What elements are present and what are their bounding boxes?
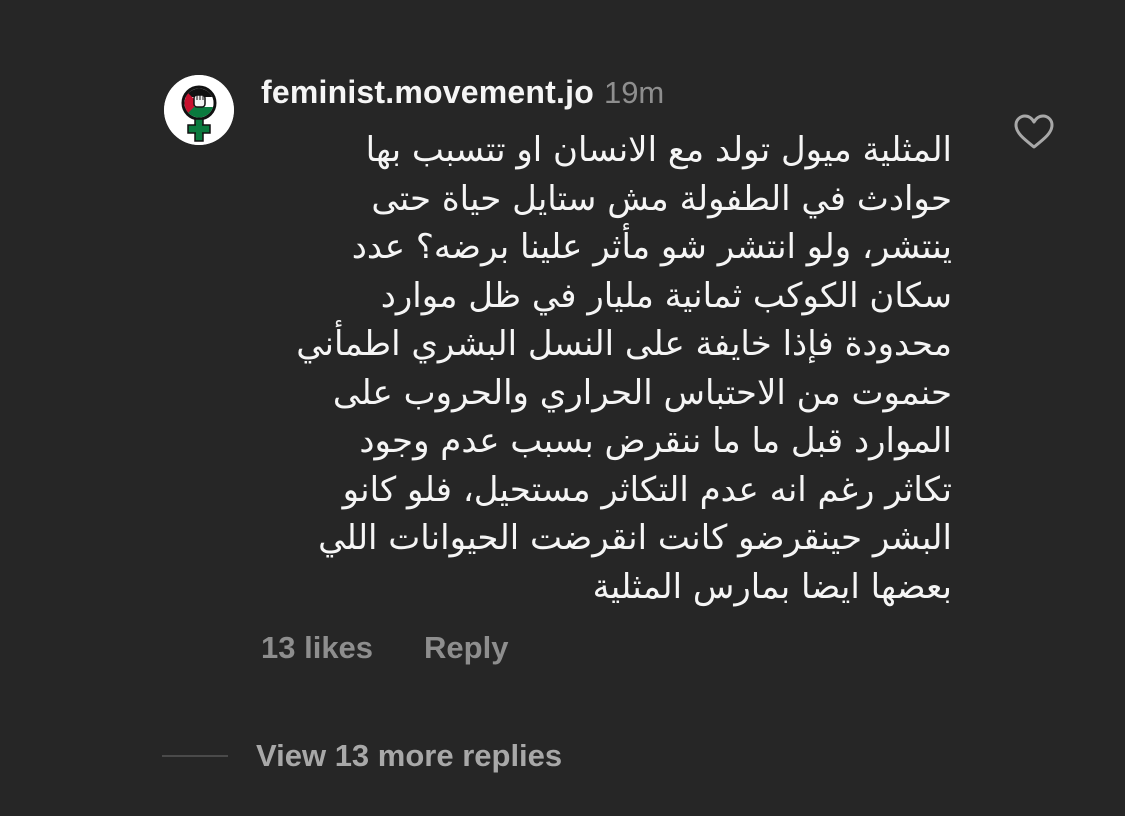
comment-line: ينتشر، ولو انتشر شو مأثر علينا برضه؟ عدد: [351, 227, 952, 267]
comment-line: البشر حينقرضو كانت انقرضت الحيوانات اللي: [318, 518, 952, 558]
comment-header: feminist.movement.jo 19m: [261, 74, 664, 114]
comment-body: المثلية ميول تولد مع الانسان او تتسبب به…: [252, 126, 952, 611]
view-more-replies-label: View 13 more replies: [256, 738, 563, 773]
comment: feminist.movement.jo 19m المثلية ميول تو…: [0, 0, 1125, 816]
reply-button[interactable]: Reply: [424, 630, 508, 666]
timestamp: 19m: [603, 75, 665, 110]
divider: [162, 755, 228, 757]
feminist-logo-icon: [164, 75, 234, 145]
comment-line: حوادث في الطفولة مش ستايل حياة حتى: [371, 178, 952, 219]
comment-line: محدودة فإذا خايفة على النسل البشري اطمأن…: [296, 324, 952, 364]
likes-count[interactable]: 13 likes: [261, 630, 373, 666]
comment-line: حنموت من الاحتباس الحراري والحروب على: [332, 372, 952, 413]
heart-outline-icon: [1014, 114, 1054, 149]
comment-line: المثلية ميول تولد مع الانسان او تتسبب به…: [365, 130, 952, 170]
like-button[interactable]: [1014, 114, 1054, 150]
username-link[interactable]: feminist.movement.jo: [261, 74, 594, 111]
comment-line: بعضها ايضا بمارس المثلية: [592, 566, 952, 607]
avatar[interactable]: [164, 75, 234, 145]
comment-line: تكاثر رغم انه عدم التكاثر مستحيل، فلو كا…: [342, 469, 952, 510]
comment-line: الموارد قبل ما ما ننقرض بسبب عدم وجود: [359, 421, 952, 461]
view-more-replies-button[interactable]: View 13 more replies: [162, 738, 562, 774]
comment-meta: 13 likes Reply: [261, 630, 508, 666]
comment-line: سكان الكوكب ثمانية مليار في ظل موارد: [380, 275, 952, 316]
